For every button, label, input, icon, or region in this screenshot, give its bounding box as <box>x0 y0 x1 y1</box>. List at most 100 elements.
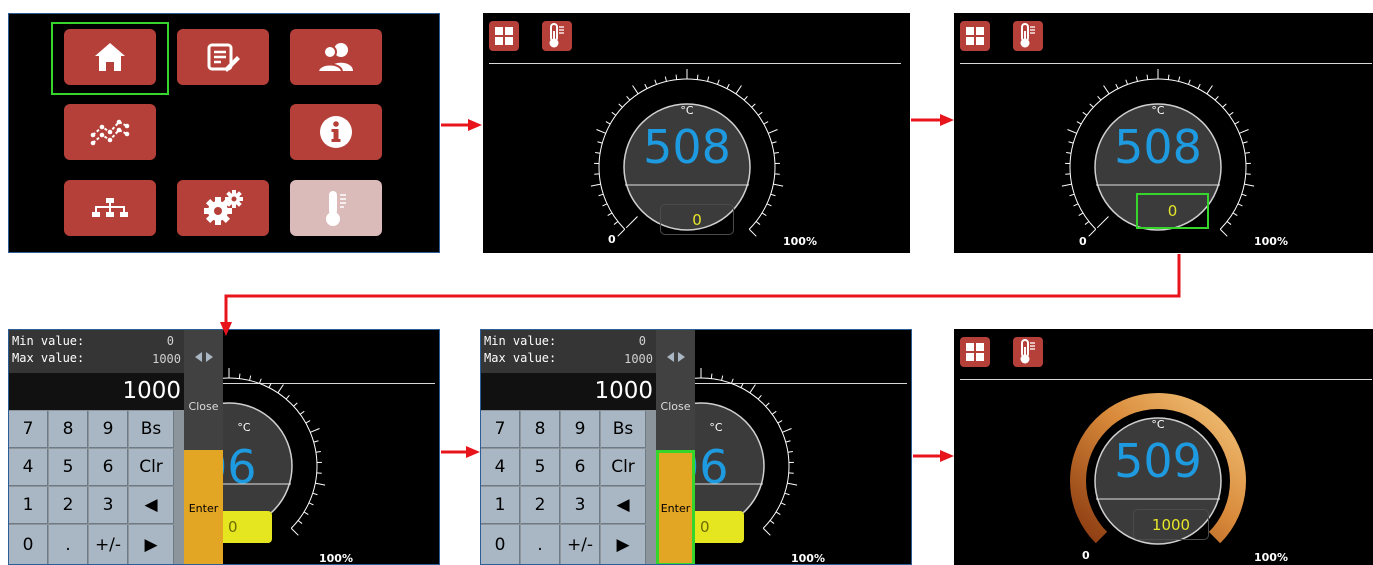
thermometer-button[interactable] <box>542 21 572 51</box>
key-8[interactable]: 8 <box>521 411 560 448</box>
scale-tick <box>1073 203 1079 207</box>
scale-tick <box>755 221 761 225</box>
close-button[interactable]: Close <box>184 400 223 420</box>
key-right-arrow[interactable]: ▶ <box>129 525 174 564</box>
scale-tick <box>1232 212 1238 217</box>
network-button[interactable] <box>64 180 156 236</box>
scale-tick <box>1214 95 1219 101</box>
scale-tick <box>308 502 314 506</box>
keypad-display: 1000 <box>481 373 656 410</box>
key-5[interactable]: 5 <box>49 449 88 486</box>
scale-tick <box>1228 111 1234 116</box>
key-3[interactable]: 3 <box>89 487 128 524</box>
scale-tick <box>617 228 626 237</box>
key-7[interactable]: 7 <box>9 411 48 448</box>
unit-label: °C <box>1151 418 1165 431</box>
output-needle <box>1096 216 1109 229</box>
scale-tick <box>1078 212 1084 217</box>
scale-tick <box>596 129 606 134</box>
scale-tick <box>595 151 601 154</box>
setpoint-field[interactable]: 1000 <box>1133 509 1209 540</box>
key-1[interactable]: 1 <box>481 487 520 524</box>
key-clear[interactable]: Clr <box>601 449 646 486</box>
thermometer-button[interactable] <box>1013 21 1043 51</box>
scale-tick <box>258 378 262 384</box>
close-button[interactable]: Close <box>656 400 695 420</box>
users-button[interactable] <box>290 29 382 85</box>
key-0[interactable]: 0 <box>9 525 48 564</box>
thermometer-icon <box>1020 339 1035 364</box>
key-9[interactable]: 9 <box>89 411 128 448</box>
unit-label: °C <box>680 104 694 117</box>
setpoint-field[interactable]: 0 <box>691 511 744 543</box>
menu-grid-button[interactable] <box>960 21 990 51</box>
info-button[interactable] <box>290 104 382 160</box>
setpoint-field[interactable]: 0 <box>1136 193 1209 229</box>
key-3[interactable]: 3 <box>561 487 600 524</box>
notes-button[interactable] <box>177 29 269 85</box>
key-5[interactable]: 5 <box>521 449 560 486</box>
max-value-label: Max value: <box>12 351 85 365</box>
key-decimal[interactable]: . <box>521 525 560 564</box>
key-6[interactable]: 6 <box>89 449 128 486</box>
key-9[interactable]: 9 <box>561 411 600 448</box>
temperature-gauge: °C 509 1000 <box>1058 391 1258 565</box>
key-backspace[interactable]: Bs <box>129 411 174 448</box>
grid-icon <box>966 27 984 45</box>
key-1[interactable]: 1 <box>9 487 48 524</box>
temperature-button[interactable] <box>290 180 382 236</box>
scale-tick <box>780 502 786 506</box>
scale-tick <box>1242 141 1248 144</box>
key-6[interactable]: 6 <box>561 449 600 486</box>
setpoint-field[interactable]: 0 <box>660 204 734 235</box>
grid-icon <box>495 27 513 45</box>
key-clear[interactable]: Clr <box>129 449 174 486</box>
key-4[interactable]: 4 <box>481 449 520 486</box>
key-0[interactable]: 0 <box>481 525 520 564</box>
scale-max-label: 100% <box>1254 235 1288 248</box>
enter-button[interactable]: Enter <box>184 450 223 564</box>
key-plus-minus[interactable]: +/- <box>561 525 600 564</box>
scale-tick <box>1069 193 1075 197</box>
scale-tick <box>277 384 284 394</box>
trend-button[interactable] <box>64 104 156 160</box>
key-2[interactable]: 2 <box>49 487 88 524</box>
thermometer-icon <box>1020 23 1035 48</box>
key-7[interactable]: 7 <box>481 411 520 448</box>
scale-tick <box>769 520 775 524</box>
key-4[interactable]: 4 <box>9 449 48 486</box>
key-plus-minus[interactable]: +/- <box>89 525 128 564</box>
scale-tick <box>1089 103 1094 108</box>
thermometer-button[interactable] <box>1013 337 1043 367</box>
scale-tick <box>773 151 779 154</box>
key-2[interactable]: 2 <box>521 487 560 524</box>
menu-grid-button[interactable] <box>960 337 990 367</box>
scale-tick <box>590 183 601 187</box>
setpoint-field[interactable]: 0 <box>219 511 272 543</box>
move-keypad-icon[interactable] <box>195 347 213 366</box>
move-keypad-icon[interactable] <box>667 347 685 366</box>
scale-tick <box>268 382 272 388</box>
scale-tick <box>632 85 639 95</box>
enter-button[interactable]: Enter <box>656 450 695 564</box>
scale-tick <box>1167 74 1170 80</box>
key-left-arrow[interactable]: ◀ <box>129 487 174 524</box>
key-8[interactable]: 8 <box>49 411 88 448</box>
network-icon <box>92 198 128 217</box>
key-backspace[interactable]: Bs <box>601 411 646 448</box>
output-needle <box>625 216 638 229</box>
settings-button[interactable] <box>177 180 269 236</box>
key-decimal[interactable]: . <box>49 525 88 564</box>
grid-icon <box>966 343 984 361</box>
key-left-arrow[interactable]: ◀ <box>601 487 646 524</box>
numeric-keypad: Min value: 0 Max value: 1000 1000 7 8 9 … <box>9 330 184 564</box>
scale-tick <box>598 193 604 197</box>
main-menu-screen <box>8 13 440 253</box>
menu-grid-button[interactable] <box>489 21 519 51</box>
scale-tick <box>654 79 658 85</box>
scale-tick <box>757 394 762 400</box>
key-right-arrow[interactable]: ▶ <box>601 525 646 564</box>
users-icon <box>317 43 353 73</box>
scale-tick <box>1206 85 1213 95</box>
scale-tick <box>710 373 713 379</box>
